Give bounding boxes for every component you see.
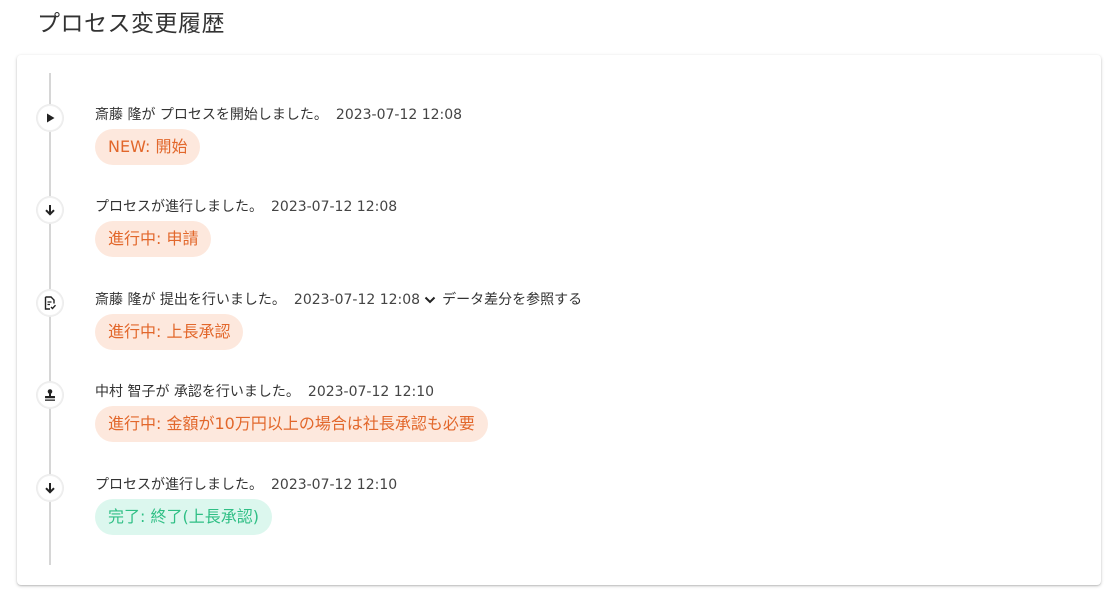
history-entry-message: プロセスが進行しました。 [95,199,263,215]
document-check-icon [37,290,63,316]
history-entry: プロセスが進行しました。 2023-07-12 12:10 完了: 終了(上長承… [17,475,1101,545]
status-chip: 進行中: 上長承認 [95,314,244,350]
status-chip: 進行中: 金額が10万円以上の場合は社長承認も必要 [95,406,488,442]
history-entry-timestamp: 2023-07-12 12:08 [293,292,421,308]
history-entry-meta: 斎藤 隆が 提出を行いました。 2023-07-12 12:08 データ差分を参… [95,290,582,310]
history-entry-timestamp: 2023-07-12 12:10 [271,477,398,493]
chevron-down-icon [424,295,436,305]
history-entry: 斎藤 隆が 提出を行いました。 2023-07-12 12:08 データ差分を参… [17,290,1101,360]
history-entry-message: 斎藤 隆が プロセスを開始しました。 [95,107,328,123]
view-diff-label: データ差分を参照する [442,292,583,308]
history-entry: 中村 智子が 承認を行いました。 2023-07-12 12:10 進行中: 金… [17,382,1101,452]
history-entry-message: 中村 智子が 承認を行いました。 [95,384,300,400]
status-chip: NEW: 開始 [95,129,201,165]
history-entry: プロセスが進行しました。 2023-07-12 12:08 進行中: 申請 [17,197,1101,267]
history-entry-meta: 中村 智子が 承認を行いました。 2023-07-12 12:10 [95,382,434,402]
history-card: 斎藤 隆が プロセスを開始しました。 2023-07-12 12:08 NEW:… [17,55,1101,585]
history-entry-timestamp: 2023-07-12 12:08 [335,107,463,123]
history-entry-timestamp: 2023-07-12 12:08 [271,199,398,215]
history-entry: 斎藤 隆が プロセスを開始しました。 2023-07-12 12:08 NEW:… [17,105,1101,175]
history-entry-timestamp: 2023-07-12 12:10 [307,384,435,400]
history-entry-message: 斎藤 隆が 提出を行いました。 [95,292,286,308]
status-chip: 進行中: 申請 [95,221,212,257]
stamp-icon [37,382,63,408]
view-diff-toggle[interactable]: データ差分を参照する [424,290,582,310]
arrow-down-icon [37,475,63,501]
history-entry-meta: プロセスが進行しました。 2023-07-12 12:08 [95,197,397,217]
arrow-down-icon [37,197,63,223]
history-entry-meta: 斎藤 隆が プロセスを開始しました。 2023-07-12 12:08 [95,105,462,125]
history-entry-message: プロセスが進行しました。 [95,477,263,493]
page-title: プロセス変更履歴 [37,11,225,37]
status-chip: 完了: 終了(上長承認) [95,499,272,535]
history-entry-meta: プロセスが進行しました。 2023-07-12 12:10 [95,475,397,495]
play-icon [37,105,63,131]
